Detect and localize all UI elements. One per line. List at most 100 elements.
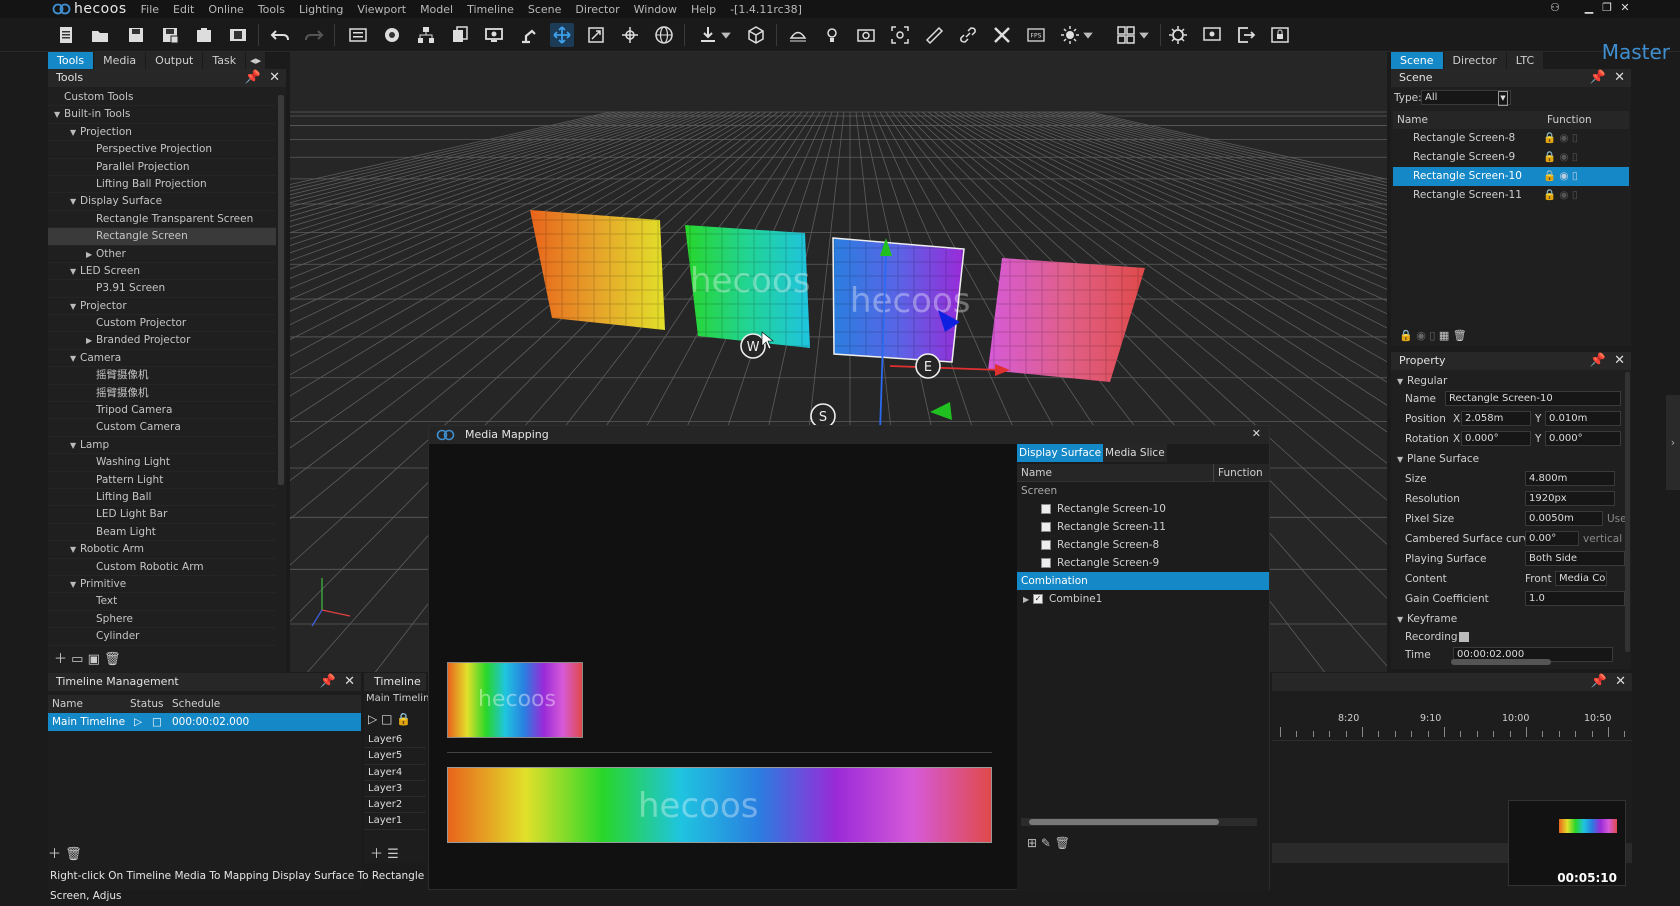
list-item[interactable]: Rectangle Screen-10: [1017, 500, 1269, 518]
tree-item[interactable]: Perspective Projection: [48, 141, 276, 159]
tab-ltc[interactable]: LTC: [1506, 52, 1545, 69]
chevron-right-icon[interactable]: ▶: [86, 332, 96, 349]
pin-icon[interactable]: 📌: [320, 674, 336, 689]
tree-item[interactable]: P3.91 Screen: [48, 280, 276, 298]
tree-item[interactable]: ▼ Camera: [48, 350, 276, 368]
rotation-x-field[interactable]: 0.000°: [1461, 431, 1531, 446]
calc-icon[interactable]: ▦: [1439, 329, 1449, 342]
user-icon[interactable]: ⚇: [1548, 1, 1562, 15]
scale-tool-icon[interactable]: [584, 23, 608, 47]
tree-item[interactable]: ▼ Built-in Tools: [48, 106, 276, 124]
tree-item[interactable]: Custom Projector: [48, 315, 276, 333]
tree-item[interactable]: LED Light Bar: [48, 506, 276, 524]
chevron-down-icon[interactable]: ▼: [70, 298, 80, 315]
chevron-down-icon[interactable]: ▼: [70, 350, 80, 367]
close-button[interactable]: ✕: [1618, 1, 1632, 15]
menu-window[interactable]: Window: [634, 3, 677, 16]
tab-more-icon[interactable]: ◂▸: [246, 52, 267, 69]
eye-icon[interactable]: ◉: [1416, 329, 1426, 342]
stop-icon[interactable]: □: [152, 713, 162, 731]
rotation-y-field[interactable]: 0.000°: [1545, 431, 1621, 446]
play-icon[interactable]: ▷: [368, 712, 377, 726]
tree-item[interactable]: ▶ Branded Projector: [48, 332, 276, 350]
list-item[interactable]: ▶ ✓ Combine1: [1017, 590, 1269, 608]
redo-icon[interactable]: [302, 23, 326, 47]
move-tool-icon[interactable]: [550, 23, 574, 47]
grid-dropdown-icon[interactable]: [1138, 23, 1150, 47]
tree-item[interactable]: Pattern Light: [48, 472, 276, 489]
delete-icon[interactable]: 🗑: [1055, 836, 1070, 850]
combine-checkbox[interactable]: ✓: [1033, 594, 1043, 604]
table-row[interactable]: Main Timeline ▷ □ 000:00:02.000: [48, 713, 361, 731]
network-icon[interactable]: [414, 23, 438, 47]
stop-icon[interactable]: □: [381, 712, 392, 726]
robot-arm-icon[interactable]: [516, 23, 540, 47]
sun-dropdown-icon[interactable]: [1082, 23, 1094, 47]
tree-item[interactable]: Rectangle Screen: [48, 228, 276, 246]
panel-close-icon[interactable]: ✕: [1614, 70, 1625, 85]
tree-item[interactable]: Washing Light: [48, 454, 276, 472]
position-y-field[interactable]: 0.010m: [1545, 411, 1621, 426]
tree-item[interactable]: ▼ Robotic Arm: [48, 541, 276, 559]
layer-item[interactable]: Layer4: [364, 765, 426, 781]
chevron-down-icon[interactable]: ▼: [70, 193, 80, 210]
pin-icon[interactable]: 📌: [1590, 70, 1606, 85]
chevron-down-icon[interactable]: ▼: [70, 263, 80, 280]
layer-item[interactable]: Layer2: [364, 797, 426, 814]
tab-output[interactable]: Output: [146, 52, 204, 69]
pin-icon[interactable]: 📌: [1590, 353, 1606, 368]
menu-lighting[interactable]: Lighting: [299, 3, 343, 16]
list-item[interactable]: Rectangle Screen-11: [1017, 518, 1269, 536]
menu-edit[interactable]: Edit: [173, 3, 194, 16]
fps-icon[interactable]: FPS: [1024, 23, 1048, 47]
add-timeline-icon[interactable]: ＋: [48, 847, 61, 862]
menu-model[interactable]: Model: [420, 3, 453, 16]
resolution-field[interactable]: 1920px: [1525, 491, 1615, 506]
tree-item[interactable]: Parallel Projection: [48, 159, 276, 176]
monitor-small-icon[interactable]: ▭: [71, 652, 83, 667]
tree-item[interactable]: ▼ Projector: [48, 298, 276, 316]
media-strip[interactable]: hecoos: [447, 767, 992, 843]
copy-layers-icon[interactable]: [448, 23, 472, 47]
recording-checkbox[interactable]: [1459, 632, 1469, 642]
undo-icon[interactable]: [268, 23, 292, 47]
doc-icon[interactable]: ▯: [1429, 329, 1435, 342]
screen-checkbox[interactable]: [1041, 540, 1051, 550]
menu-online[interactable]: Online: [208, 3, 243, 16]
tab-tools[interactable]: Tools: [48, 52, 95, 69]
tools-cross-icon[interactable]: [990, 23, 1014, 47]
type-select[interactable]: All ▼: [1421, 90, 1511, 106]
tree-item[interactable]: 摇臂摄像机: [48, 367, 276, 385]
tree-item[interactable]: Beam Light: [48, 524, 276, 542]
camera-icon[interactable]: [854, 23, 878, 47]
globe-gear-icon[interactable]: [380, 23, 404, 47]
dialog-close-icon[interactable]: ✕: [1252, 427, 1261, 440]
tools-scrollbar[interactable]: [278, 95, 284, 485]
open-folder-icon[interactable]: [88, 23, 112, 47]
layer-settings-icon[interactable]: ☰: [387, 847, 399, 862]
menu-viewport[interactable]: Viewport: [357, 3, 406, 16]
tree-item[interactable]: Custom Robotic Arm: [48, 559, 276, 576]
screen-checkbox[interactable]: [1041, 522, 1051, 532]
chevron-down-icon[interactable]: ▼: [70, 124, 80, 141]
screen-checkbox[interactable]: [1041, 504, 1051, 514]
lock-eye-doc-icons[interactable]: 🔒 ◉ ▯: [1543, 148, 1578, 167]
tree-item[interactable]: 摇臂摄像机: [48, 385, 276, 403]
tab-scene[interactable]: Scene: [1391, 52, 1444, 69]
tab-media-slice[interactable]: Media Slice: [1103, 444, 1167, 462]
tree-item[interactable]: Custom Camera: [48, 419, 276, 437]
tree-item[interactable]: ▶ Other: [48, 246, 276, 263]
light-bulb-icon[interactable]: [820, 23, 844, 47]
tree-item[interactable]: Lifting Ball Projection: [48, 176, 276, 194]
tab-display-surface[interactable]: Display Surface: [1017, 444, 1104, 462]
tab-task[interactable]: Task: [203, 52, 247, 69]
time-ruler[interactable]: 8:20 9:10 10:00 10:50: [1272, 713, 1632, 741]
cube-icon[interactable]: [744, 23, 768, 47]
playing-surface-select[interactable]: Both Side: [1525, 551, 1625, 566]
play-icon[interactable]: ▷: [134, 713, 142, 731]
maximize-button[interactable]: ❐: [1600, 1, 1614, 15]
grid-layout-icon[interactable]: [1114, 23, 1138, 47]
menu-help[interactable]: Help: [691, 3, 716, 16]
group-combination[interactable]: Combination: [1017, 572, 1269, 590]
chevron-right-icon[interactable]: ▶: [86, 246, 96, 263]
